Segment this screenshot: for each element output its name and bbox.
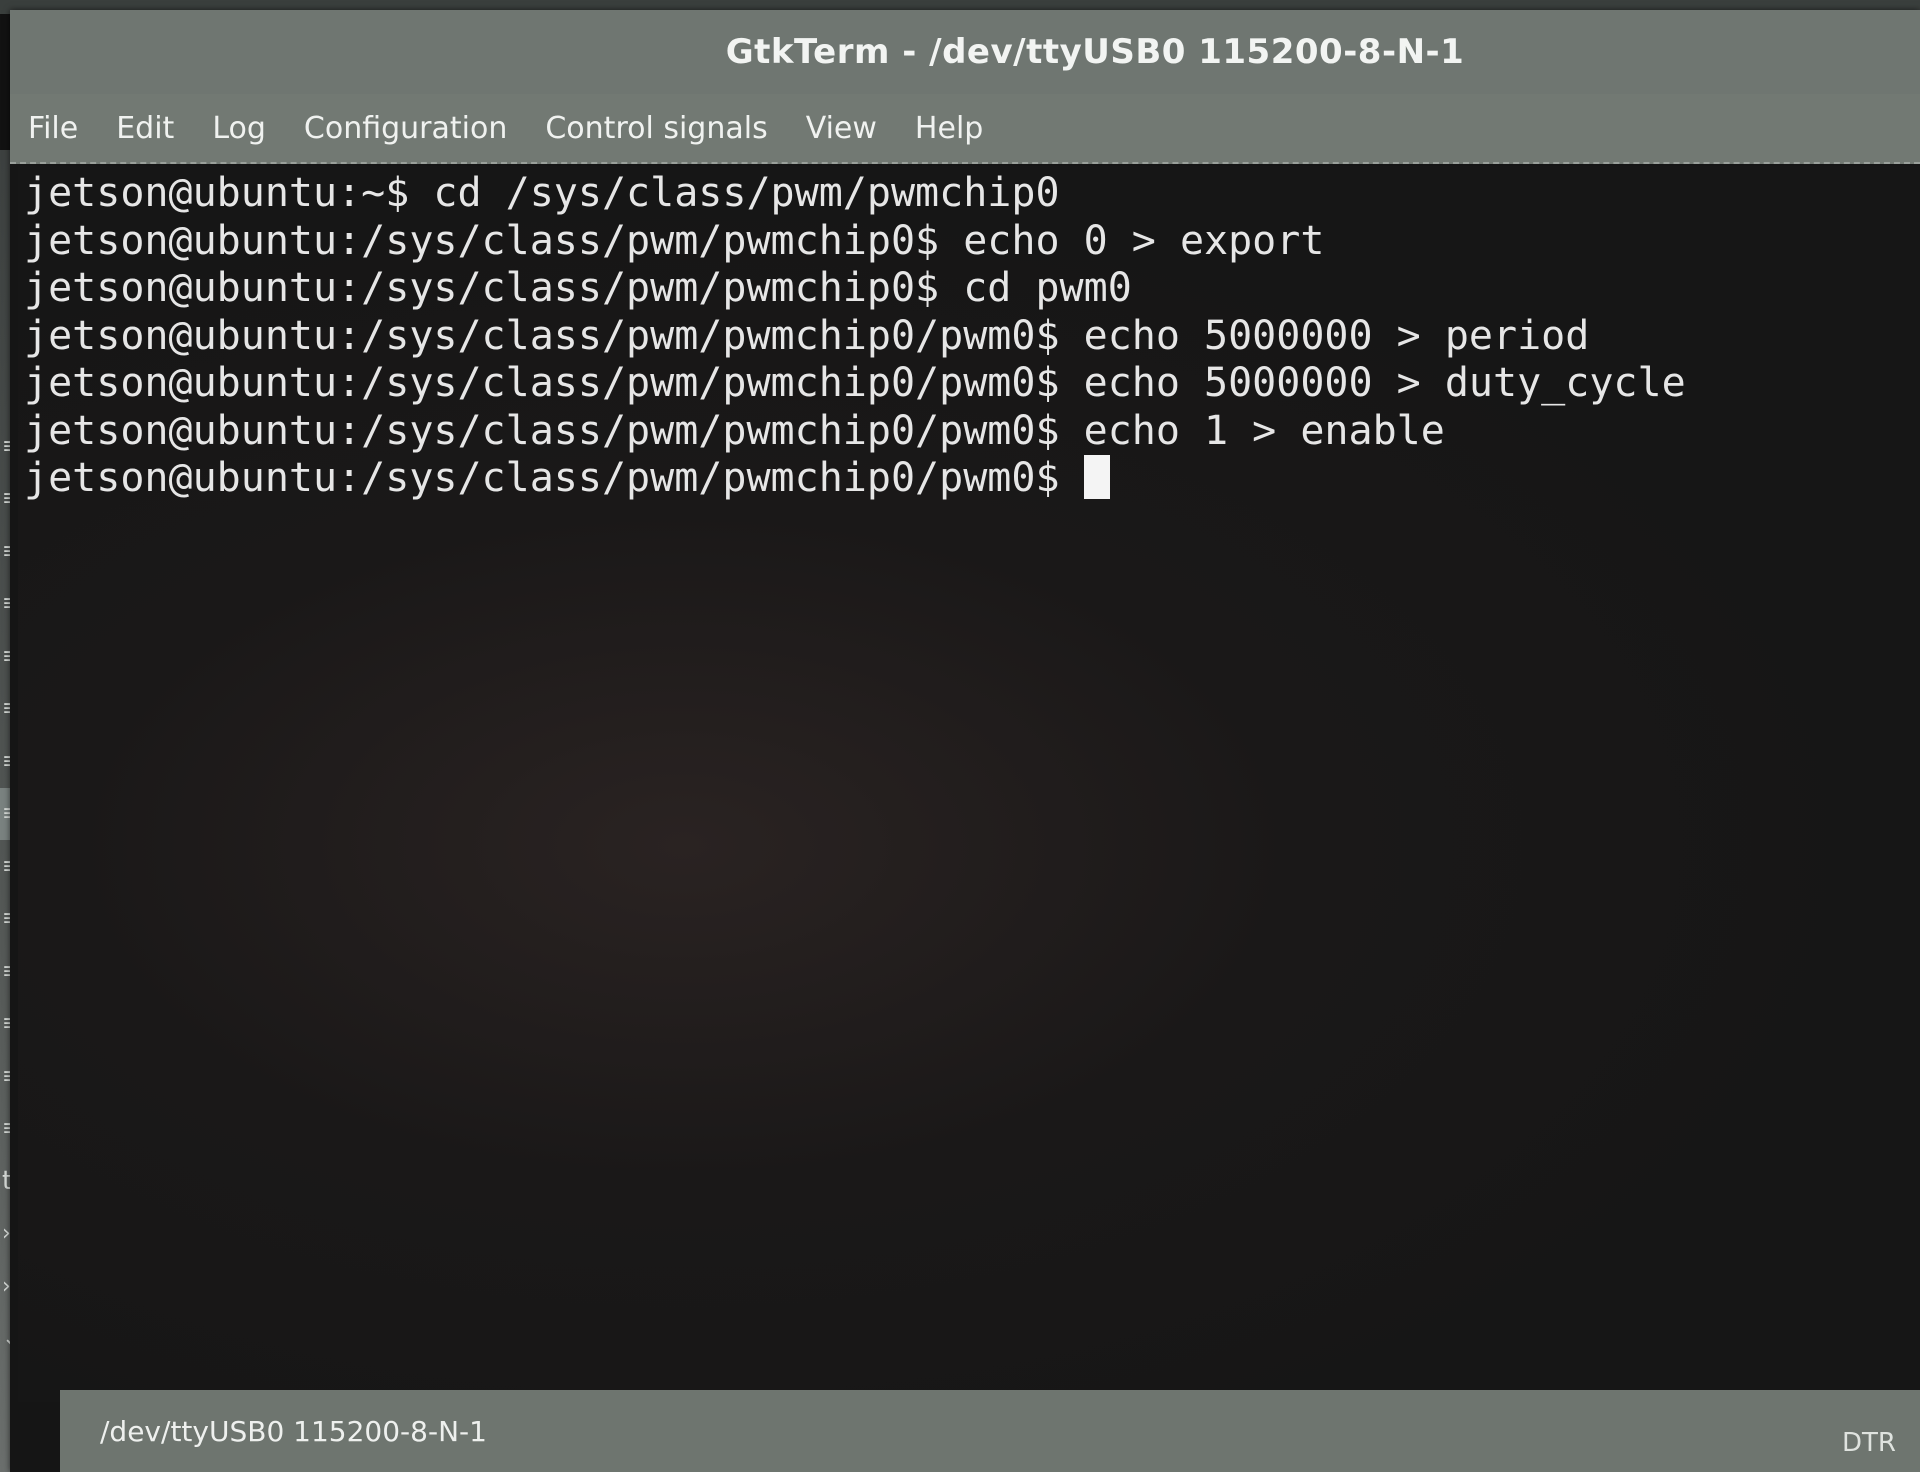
menu-control-signals[interactable]: Control signals [545, 111, 767, 146]
terminal-line: jetson@ubuntu:/sys/class/pwm/pwmchip0/pw… [24, 360, 1686, 406]
terminal-line: jetson@ubuntu:/sys/class/pwm/pwmchip0$ e… [24, 217, 1325, 264]
terminal-area[interactable]: jetson@ubuntu:~$ cd /sys/class/pwm/pwmch… [18, 166, 1920, 1402]
chevron-right-icon: › [2, 1221, 11, 1246]
window-title: GtkTerm - /dev/ttyUSB0 115200-8-N-1 [725, 32, 1465, 72]
terminal-line: jetson@ubuntu:/sys/class/pwm/pwmchip0$ c… [24, 265, 1132, 311]
terminal-cursor [1083, 455, 1110, 499]
menu-log[interactable]: Log [212, 111, 266, 146]
terminal-prompt: jetson@ubuntu:/sys/class/pwm/pwmchip0/pw… [24, 455, 1084, 501]
terminal-line: jetson@ubuntu:/sys/class/pwm/pwmchip0/pw… [24, 312, 1590, 359]
gtkterm-window: GtkTerm - /dev/ttyUSB0 115200-8-N-1 File… [10, 10, 1920, 1472]
menu-configuration[interactable]: Configuration [304, 111, 507, 146]
menu-view[interactable]: View [806, 111, 877, 146]
terminal-line: jetson@ubuntu:~$ cd /sys/class/pwm/pwmch… [24, 170, 1060, 216]
status-port-settings: /dev/ttyUSB0 115200-8-N-1 [100, 1414, 487, 1448]
terminal-prompt-line: jetson@ubuntu:/sys/class/pwm/pwmchip0/pw… [24, 455, 1920, 503]
menu-edit[interactable]: Edit [116, 111, 174, 146]
screen: ≡t≡t≡t≡t≡t≡t≡t≡t≡t≡t≡t≡t≡t≡ttegı›au›ov⌄p… [0, 0, 1920, 1472]
menu-help[interactable]: Help [915, 111, 983, 146]
menubar: File Edit Log Configuration Control sign… [10, 94, 1920, 164]
statusbar: /dev/ttyUSB0 115200-8-N-1 DTR [60, 1390, 1920, 1472]
terminal-line: jetson@ubuntu:/sys/class/pwm/pwmchip0/pw… [24, 407, 1445, 454]
window-titlebar[interactable]: GtkTerm - /dev/ttyUSB0 115200-8-N-1 [10, 10, 1920, 94]
status-dtr-signal: DTR [1842, 1428, 1896, 1458]
menu-file[interactable]: File [28, 111, 78, 146]
chevron-right-icon: › [2, 1273, 11, 1299]
